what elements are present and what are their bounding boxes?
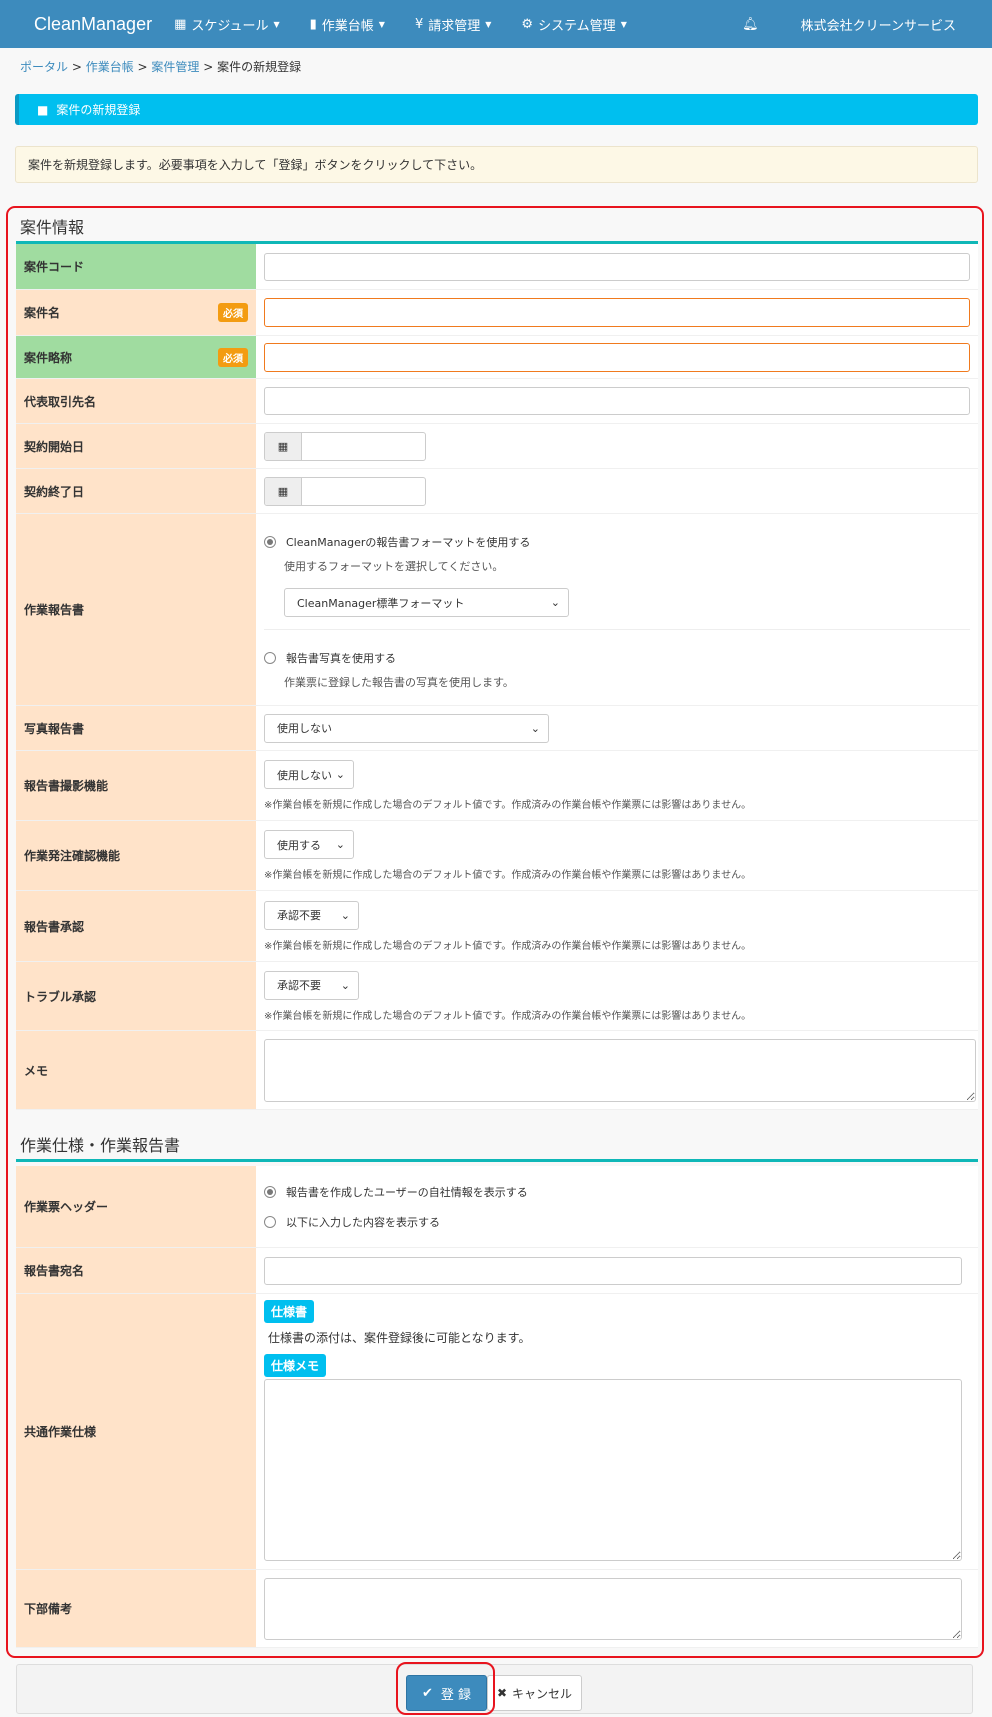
name-input[interactable] — [264, 298, 970, 327]
caret-down-icon: ▼ — [485, 19, 492, 29]
label-start-date: 契約開始日 — [16, 424, 256, 468]
top-navbar: CleanManager ▦ スケジュール ▼ ▮ 作業台帳 ▼ ¥ 請求管理 ▼ ⚙ システ… — [0, 0, 992, 48]
breadcrumb-portal[interactable]: ポータル — [20, 60, 68, 74]
bell-icon[interactable]: 🔔︎ — [742, 17, 759, 32]
calendar-icon: ▦ — [174, 16, 187, 32]
chevron-down-icon: ⌄ — [340, 908, 350, 922]
default-note: ※作業台帳を新規に作成した場合のデフォルト値です。作成済みの作業台帳や作業票には… — [264, 1010, 752, 1022]
spec-note: 仕様書の添付は、案件登録後に可能となります。 — [268, 1331, 531, 1345]
nav-system[interactable]: ⚙ システム管理 ▼ — [521, 15, 626, 34]
radio-custom-header[interactable]: 以下に入力した内容を表示する — [264, 1214, 970, 1230]
spec-badge: 仕様書 — [264, 1300, 315, 1323]
label-capture: 報告書撮影機能 — [16, 751, 256, 820]
label-short-name: 案件略称 必須 — [16, 336, 256, 378]
end-date-input[interactable]: ▦ — [264, 476, 426, 506]
required-badge: 必須 — [218, 303, 248, 322]
start-date-input[interactable]: ▦ — [264, 431, 426, 461]
nav-label: スケジュール — [191, 18, 269, 34]
nav-label: 請求管理 — [428, 18, 481, 34]
page-title: 案件の新規登録 — [56, 103, 141, 117]
cancel-button[interactable]: ✖ キャンセル — [487, 1675, 582, 1711]
nav-schedule[interactable]: ▦ スケジュール ▼ — [174, 15, 280, 34]
chevron-down-icon: ⌄ — [335, 838, 345, 851]
breadcrumb: ポータル > 作業台帳 > 案件管理 > 案件の新規登録 — [20, 60, 302, 74]
label-footer-note: 下部備考 — [16, 1570, 256, 1647]
section-heading: 作業仕様・作業報告書 — [16, 1124, 978, 1162]
breadcrumb-current: 案件の新規登録 — [217, 60, 302, 74]
gears-icon: ⚙ — [521, 16, 534, 32]
required-badge: 必須 — [218, 347, 248, 367]
spec-memo-badge: 仕様メモ — [264, 1354, 327, 1377]
close-icon: ✖ — [496, 1686, 508, 1700]
label-report-approval: 報告書承認 — [16, 891, 256, 961]
label-code: 案件コード — [16, 244, 256, 289]
help-text: 使用するフォーマットを選択してください。 — [284, 560, 504, 573]
nav-work-ledger[interactable]: ▮ 作業台帳 ▼ — [310, 15, 385, 34]
section-heading: 案件情報 — [16, 206, 978, 244]
nav-billing[interactable]: ¥ 請求管理 ▼ — [415, 15, 491, 34]
caret-down-icon: ▼ — [273, 19, 280, 29]
radio-own-company[interactable]: 報告書を作成したユーザーの自社情報を表示する — [264, 1184, 970, 1200]
label-common-spec: 共通作業仕様 — [16, 1294, 256, 1569]
radio-report-photo[interactable]: 報告書写真を使用する — [264, 650, 970, 666]
default-note: ※作業台帳を新規に作成した場合のデフォルト値です。作成済みの作業台帳や作業票には… — [264, 870, 752, 881]
code-input[interactable] — [264, 252, 970, 281]
label-memo: メモ — [16, 1031, 256, 1109]
spec-memo-textarea[interactable] — [264, 1379, 962, 1561]
report-format-select[interactable]: CleanManager標準フォーマット ⌄ — [284, 588, 569, 617]
chevron-down-icon: ⌄ — [335, 768, 345, 781]
label-client: 代表取引先名 — [16, 379, 256, 423]
label-photo-report: 写真報告書 — [16, 706, 256, 750]
caret-down-icon: ▼ — [378, 19, 385, 29]
short-name-input[interactable] — [264, 342, 970, 372]
nav-label: 作業台帳 — [321, 18, 374, 34]
capture-select[interactable]: 使用しない ⌄ — [264, 760, 354, 789]
calendar-icon[interactable]: ▦ — [265, 477, 302, 505]
breadcrumb-project-management[interactable]: 案件管理 — [151, 60, 199, 74]
order-confirm-select[interactable]: 使用する ⌄ — [264, 830, 354, 859]
client-input[interactable] — [264, 387, 970, 415]
label-end-date: 契約終了日 — [16, 469, 256, 513]
label-header: 作業票ヘッダー — [16, 1166, 256, 1247]
memo-textarea[interactable] — [264, 1038, 976, 1102]
briefcase-icon: ■ — [37, 102, 49, 117]
label-addressee: 報告書宛名 — [16, 1248, 256, 1293]
footer-note-textarea[interactable] — [264, 1577, 962, 1640]
radio-cm-format[interactable]: CleanManagerの報告書フォーマットを使用する — [264, 534, 970, 550]
default-note: ※作業台帳を新規に作成した場合のデフォルト値です。作成済みの作業台帳や作業票には… — [264, 940, 752, 952]
calendar-icon[interactable]: ▦ — [265, 432, 302, 460]
photo-report-select[interactable]: 使用しない ⌄ — [264, 713, 549, 743]
trouble-approval-select[interactable]: 承認不要 ⌄ — [264, 970, 359, 1000]
info-alert: 案件を新規登録します。必要事項を入力して「登録」ボタンをクリックして下さい。 — [15, 146, 978, 183]
page-title-bar: ■ 案件の新規登録 — [15, 94, 978, 125]
book-icon: ▮ — [309, 16, 317, 32]
brand-logo[interactable]: CleanManager — [34, 14, 152, 35]
report-approval-select[interactable]: 承認不要 ⌄ — [264, 900, 359, 930]
nav-label: システム管理 — [538, 18, 616, 34]
default-note: ※作業台帳を新規に作成した場合のデフォルト値です。作成済みの作業台帳や作業票には… — [264, 800, 752, 811]
company-menu[interactable]: 株式会社クリーンサービス — [801, 15, 956, 34]
chevron-down-icon: ⌄ — [550, 596, 560, 609]
addressee-input[interactable] — [264, 1256, 962, 1285]
register-highlight — [396, 1662, 495, 1715]
chevron-down-icon: ⌄ — [340, 978, 350, 992]
label-order-confirm: 作業発注確認機能 — [16, 821, 256, 890]
label-trouble-approval: トラブル承認 — [16, 962, 256, 1030]
caret-down-icon: ▼ — [620, 19, 627, 29]
spec-form: 作業票ヘッダー 報告書を作成したユーザーの自社情報を表示する 以下に入力した内容を… — [16, 1166, 978, 1648]
help-text: 作業票に登録した報告書の写真を使用します。 — [284, 676, 514, 689]
label-name: 案件名 必須 — [16, 290, 256, 335]
project-info-form: 案件コード 案件名 必須 案件略称 必須 代表取引先名 契約開始日 ▦ 契約終了日 ▦ … — [16, 244, 978, 1110]
yen-icon: ¥ — [414, 16, 424, 32]
breadcrumb-work-ledger[interactable]: 作業台帳 — [86, 60, 134, 74]
chevron-down-icon: ⌄ — [530, 721, 540, 735]
label-work-report: 作業報告書 — [16, 514, 256, 705]
